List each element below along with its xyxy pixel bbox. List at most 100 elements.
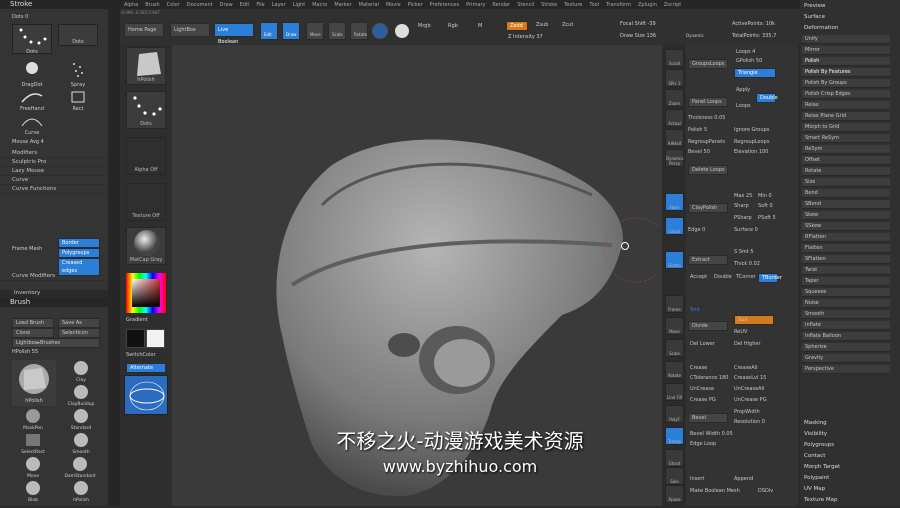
rgb-button[interactable]: Rgb — [448, 23, 458, 29]
deform-spherize[interactable]: Spherize — [802, 343, 890, 352]
menu-item[interactable]: Document — [187, 2, 213, 8]
select-icon-button[interactable]: SelectIcon — [58, 328, 100, 338]
brush-tile-selectrect[interactable]: SelectRect — [12, 432, 54, 455]
deform-noise[interactable]: Noise — [802, 299, 890, 308]
dsdiv-slider[interactable]: DSDiv — [758, 488, 773, 494]
menu-item[interactable]: Zscript — [664, 2, 681, 8]
current-stroke-tile[interactable]: Dots — [126, 91, 166, 129]
polygroups-row[interactable]: Polygroups — [804, 442, 834, 448]
s-smt-slider[interactable]: S Smt 5 — [734, 249, 754, 255]
stroke-spray-tile[interactable]: Spray — [58, 58, 98, 88]
soft-slider[interactable]: Soft 0 — [758, 203, 773, 209]
ctolerance-slider[interactable]: CTolerance 180 — [690, 375, 728, 381]
del-lower-button[interactable]: Del Lower — [690, 341, 715, 347]
divide-button[interactable]: Divide — [688, 321, 728, 331]
regroup-panels-toggle[interactable]: RegroupPanels — [688, 139, 725, 145]
deform-relax-plane-grid[interactable]: Relax Plane Grid — [802, 112, 890, 121]
bevel-width-slider[interactable]: Bevel Width 0.05 — [690, 431, 733, 437]
clone-button[interactable]: Clone — [12, 328, 54, 338]
triangle-toggle[interactable]: Triangle — [734, 68, 776, 78]
psoft-slider[interactable]: PSoft 5 — [758, 215, 776, 221]
deform-unify[interactable]: Unify — [802, 35, 890, 44]
menu-item[interactable]: Preferences — [430, 2, 459, 8]
current-brush-tile[interactable]: hPolish — [126, 47, 166, 85]
zoom-button[interactable]: Zoom — [665, 89, 684, 107]
menu-item[interactable]: Transform — [606, 2, 631, 8]
gizmo-button[interactable]: Gizmo — [665, 251, 684, 269]
gradient-label[interactable]: Gradient — [126, 317, 148, 323]
deform-morph-to-grid[interactable]: Morph to Grid — [802, 123, 890, 132]
brush-tile-maskpen[interactable]: MaskPen — [12, 408, 54, 431]
gizmo-icon[interactable] — [372, 23, 388, 39]
color-picker[interactable] — [126, 273, 166, 313]
save-as-button[interactable]: Save As — [58, 318, 100, 328]
transp-button[interactable]: Transp — [665, 427, 684, 445]
material-sphere-icon[interactable] — [395, 24, 409, 38]
brush-tile-hpolish[interactable]: hPolish — [12, 360, 56, 406]
stroke-dots-tile[interactable]: Dots — [12, 24, 52, 55]
deformation-title[interactable]: Deformation — [804, 25, 838, 31]
stroke-modifiers-row[interactable]: Modifiers — [0, 149, 108, 158]
menu-item[interactable]: Tool — [589, 2, 599, 8]
switch-color-label[interactable]: SwitchColor — [126, 352, 156, 358]
menu-item[interactable]: Render — [492, 2, 510, 8]
menu-item[interactable]: Stencil — [517, 2, 534, 8]
menu-item[interactable]: Layer — [272, 2, 286, 8]
m-button[interactable]: M — [478, 23, 482, 29]
brush-panel-title[interactable]: Brush — [0, 298, 108, 307]
subdiv-level-slider[interactable]: Suv — [734, 315, 774, 325]
loops-slider[interactable]: Loops 4 — [736, 49, 755, 55]
sculptris-pro-row[interactable]: Sculptris Pro — [0, 158, 108, 167]
apply-label[interactable]: Apply — [736, 87, 750, 93]
crease-button[interactable]: Crease — [690, 365, 707, 371]
double-toggle[interactable]: Double — [756, 93, 778, 103]
menu-item[interactable]: Alpha — [124, 2, 138, 8]
scroll-button[interactable]: Scroll — [665, 49, 684, 67]
uncrease-pg-button[interactable]: UnCrease PG — [734, 397, 767, 403]
edge-loop-button[interactable]: Edge Loop — [690, 441, 716, 447]
tcorner-toggle[interactable]: TCorner — [736, 274, 756, 280]
menu-item[interactable]: Material — [359, 2, 379, 8]
ghost-button[interactable]: Ghost — [665, 449, 684, 467]
brush-tile-smooth[interactable]: Smooth — [64, 432, 98, 455]
deform-twist[interactable]: Twist — [802, 266, 890, 275]
edge-slider[interactable]: Edge 0 — [688, 227, 705, 233]
surface-slider[interactable]: Surface 0 — [734, 227, 758, 233]
menu-item[interactable]: Texture — [564, 2, 582, 8]
sharp-slider[interactable]: Sharp — [734, 203, 749, 209]
menu-item[interactable]: Light — [293, 2, 305, 8]
deform-offset[interactable]: Offset — [802, 156, 890, 165]
spix-button[interactable]: SPix 3 — [665, 69, 684, 87]
stroke-dragdot-tile[interactable]: DragDot — [12, 58, 52, 88]
deform-inflate-balloon[interactable]: Inflate Balloon — [802, 332, 890, 341]
bevel-button[interactable]: Bevel — [688, 413, 728, 423]
move-view-button[interactable]: Move — [665, 317, 684, 335]
deform-sskew[interactable]: SSkew — [802, 222, 890, 231]
deform-flatten[interactable]: Flatten — [802, 244, 890, 253]
polyf-button[interactable]: PolyF — [665, 405, 684, 423]
move-button[interactable]: Move — [306, 22, 324, 40]
brush-tile-clay[interactable]: Clay — [64, 360, 98, 383]
mouse-avg-slider[interactable]: Mouse Avg 4 — [12, 139, 44, 145]
brush-tile-blob[interactable]: Blob — [12, 480, 54, 503]
alternate-toggle[interactable]: Alternate — [126, 363, 166, 373]
preview-row[interactable]: Preview — [804, 3, 825, 9]
draw-size-slider[interactable]: Draw Size 136 — [620, 33, 656, 39]
reuv-toggle[interactable]: ReUV — [734, 329, 747, 335]
bevel-slider[interactable]: Bevel 50 — [688, 149, 710, 155]
color-square[interactable] — [132, 279, 160, 307]
polish-slider[interactable]: Polish 5 — [688, 127, 707, 133]
deform-rflatten[interactable]: RFlatten — [802, 233, 890, 242]
stroke-rect-tile[interactable]: Rect — [58, 90, 98, 112]
stroke-curve-tile[interactable]: Curve — [12, 114, 52, 136]
morph-target-row[interactable]: Morph Target — [804, 464, 840, 470]
floor-button[interactable]: Floor — [665, 193, 684, 211]
menu-item[interactable]: Edit — [240, 2, 250, 8]
deform-squeeze[interactable]: Squeeze — [802, 288, 890, 297]
panel-loops-count[interactable]: Loops — [736, 103, 751, 109]
gpolish-slider[interactable]: GPolish 50 — [736, 58, 762, 64]
polypaint-row[interactable]: Polypaint — [804, 475, 829, 481]
stroke-freehand-tile[interactable]: FreeHand — [12, 90, 52, 112]
thick-slider[interactable]: Thick 0.02 — [734, 261, 760, 267]
material-tile[interactable]: MatCap Gray — [126, 227, 166, 265]
